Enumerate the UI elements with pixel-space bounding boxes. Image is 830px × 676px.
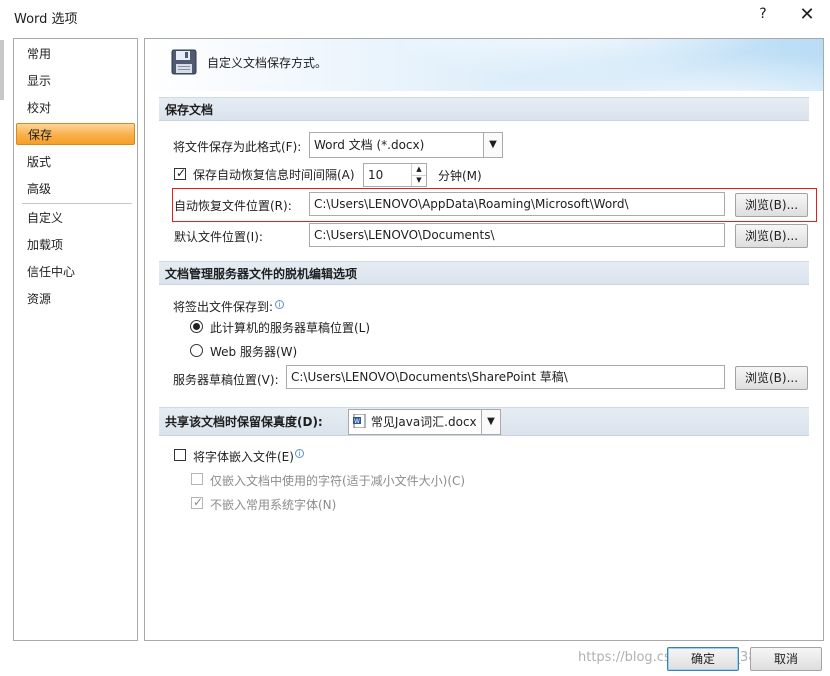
autorecover-checkbox[interactable]: ✓ bbox=[174, 166, 187, 180]
no-common-fonts-label[interactable]: 不嵌入常用系统字体(N) bbox=[210, 496, 336, 513]
embed-fonts-checkbox[interactable] bbox=[174, 449, 186, 461]
radio-selected-dot bbox=[193, 323, 200, 330]
section-header-offline-editing: 文档管理服务器文件的脱机编辑选项 bbox=[159, 261, 809, 285]
autorecover-location-label: 自动恢复文件位置(R): bbox=[174, 199, 292, 213]
chevron-down-icon[interactable]: ▼ bbox=[481, 410, 500, 434]
banner-decoration bbox=[405, 39, 823, 91]
close-button[interactable]: ✕ bbox=[794, 4, 820, 28]
browse-default-button[interactable]: 浏览(B)... bbox=[735, 224, 808, 248]
info-icon: i bbox=[275, 300, 284, 309]
sidebar-item-advanced[interactable]: 高级 bbox=[16, 178, 135, 200]
default-location-label: 默认文件位置(I): bbox=[174, 230, 263, 244]
spin-down-icon[interactable]: ▼ bbox=[411, 175, 426, 186]
title-bar: Word 选项 ? ✕ bbox=[0, 0, 830, 33]
browse-drafts-button[interactable]: 浏览(B)... bbox=[735, 366, 808, 390]
save-format-label: 将文件保存为此格式(F): bbox=[173, 140, 302, 154]
fidelity-document-value: 常见Java词汇.docx bbox=[370, 415, 477, 429]
content-panel: 自定义文档保存方式。 保存文档 将文件保存为此格式(F): Word 文档 (*… bbox=[144, 38, 824, 641]
page-banner: 自定义文档保存方式。 bbox=[145, 39, 823, 91]
background-window-edge bbox=[0, 40, 4, 100]
sidebar: 常用 显示 校对 保存 版式 高级 自定义 加载项 信任中心 资源 bbox=[13, 38, 138, 641]
sidebar-item-general[interactable]: 常用 bbox=[16, 43, 135, 65]
autorecover-minutes-stepper[interactable]: 10 ▲ ▼ bbox=[363, 163, 427, 187]
radio-web-server[interactable] bbox=[190, 344, 203, 357]
autorecover-location-field[interactable]: C:\Users\LENOVO\AppData\Roaming\Microsof… bbox=[309, 192, 725, 216]
window-title: Word 选项 bbox=[14, 12, 78, 27]
browse-autorecover-button[interactable]: 浏览(B)... bbox=[735, 193, 808, 217]
save-format-value: Word 文档 (*.docx) bbox=[314, 138, 425, 152]
fidelity-document-dropdown[interactable]: W 常见Java词汇.docx ▼ bbox=[348, 409, 501, 435]
sidebar-item-layout[interactable]: 版式 bbox=[16, 151, 135, 173]
save-format-dropdown[interactable]: Word 文档 (*.docx) ▼ bbox=[309, 132, 503, 158]
help-button[interactable]: ? bbox=[752, 6, 774, 26]
checkmark-icon: ✓ bbox=[176, 166, 187, 180]
checkout-save-label: 将签出文件保存到: bbox=[173, 300, 274, 314]
sidebar-divider bbox=[22, 203, 132, 204]
sidebar-item-trust-center[interactable]: 信任中心 bbox=[16, 261, 135, 283]
radio-local-drafts[interactable] bbox=[190, 320, 203, 333]
sidebar-item-display[interactable]: 显示 bbox=[16, 70, 135, 92]
floppy-disk-icon bbox=[171, 49, 197, 75]
info-icon: i bbox=[295, 449, 304, 458]
embed-used-chars-label[interactable]: 仅嵌入文档中使用的字符(适于减小文件大小)(C) bbox=[210, 472, 465, 489]
sidebar-item-addins[interactable]: 加载项 bbox=[16, 234, 135, 256]
chevron-down-icon[interactable]: ▼ bbox=[483, 133, 502, 157]
embed-used-chars-checkbox[interactable] bbox=[191, 473, 203, 485]
word-document-icon: W bbox=[353, 413, 366, 429]
sidebar-item-resources[interactable]: 资源 bbox=[16, 288, 135, 310]
radio-local-drafts-label[interactable]: 此计算机的服务器草稿位置(L) bbox=[210, 319, 370, 336]
svg-text:W: W bbox=[354, 418, 360, 425]
sidebar-item-save[interactable]: 保存 bbox=[16, 123, 135, 145]
server-drafts-label: 服务器草稿位置(V): bbox=[173, 373, 279, 387]
minutes-label: 分钟(M) bbox=[438, 169, 482, 183]
fidelity-header-label: 共享该文档时保留保真度(D): bbox=[165, 415, 323, 429]
default-location-field[interactable]: C:\Users\LENOVO\Documents\ bbox=[309, 223, 725, 247]
ok-button[interactable]: 确定 bbox=[667, 647, 739, 671]
embed-fonts-label[interactable]: 将字体嵌入文件(E) bbox=[193, 448, 294, 465]
sidebar-item-customize[interactable]: 自定义 bbox=[16, 207, 135, 229]
autorecover-checkbox-label[interactable]: 保存自动恢复信息时间间隔(A) bbox=[193, 166, 355, 183]
checkmark-icon: ✓ bbox=[193, 495, 204, 509]
section-header-save-documents: 保存文档 bbox=[159, 97, 809, 121]
sidebar-item-proofing[interactable]: 校对 bbox=[16, 97, 135, 119]
server-drafts-field[interactable]: C:\Users\LENOVO\Documents\SharePoint 草稿\ bbox=[286, 365, 725, 389]
radio-web-server-label[interactable]: Web 服务器(W) bbox=[210, 343, 297, 360]
banner-text: 自定义文档保存方式。 bbox=[207, 56, 328, 70]
no-common-fonts-checkbox[interactable]: ✓ bbox=[191, 495, 204, 509]
autorecover-minutes-value[interactable]: 10 bbox=[368, 164, 383, 186]
cancel-button[interactable]: 取消 bbox=[750, 647, 822, 671]
